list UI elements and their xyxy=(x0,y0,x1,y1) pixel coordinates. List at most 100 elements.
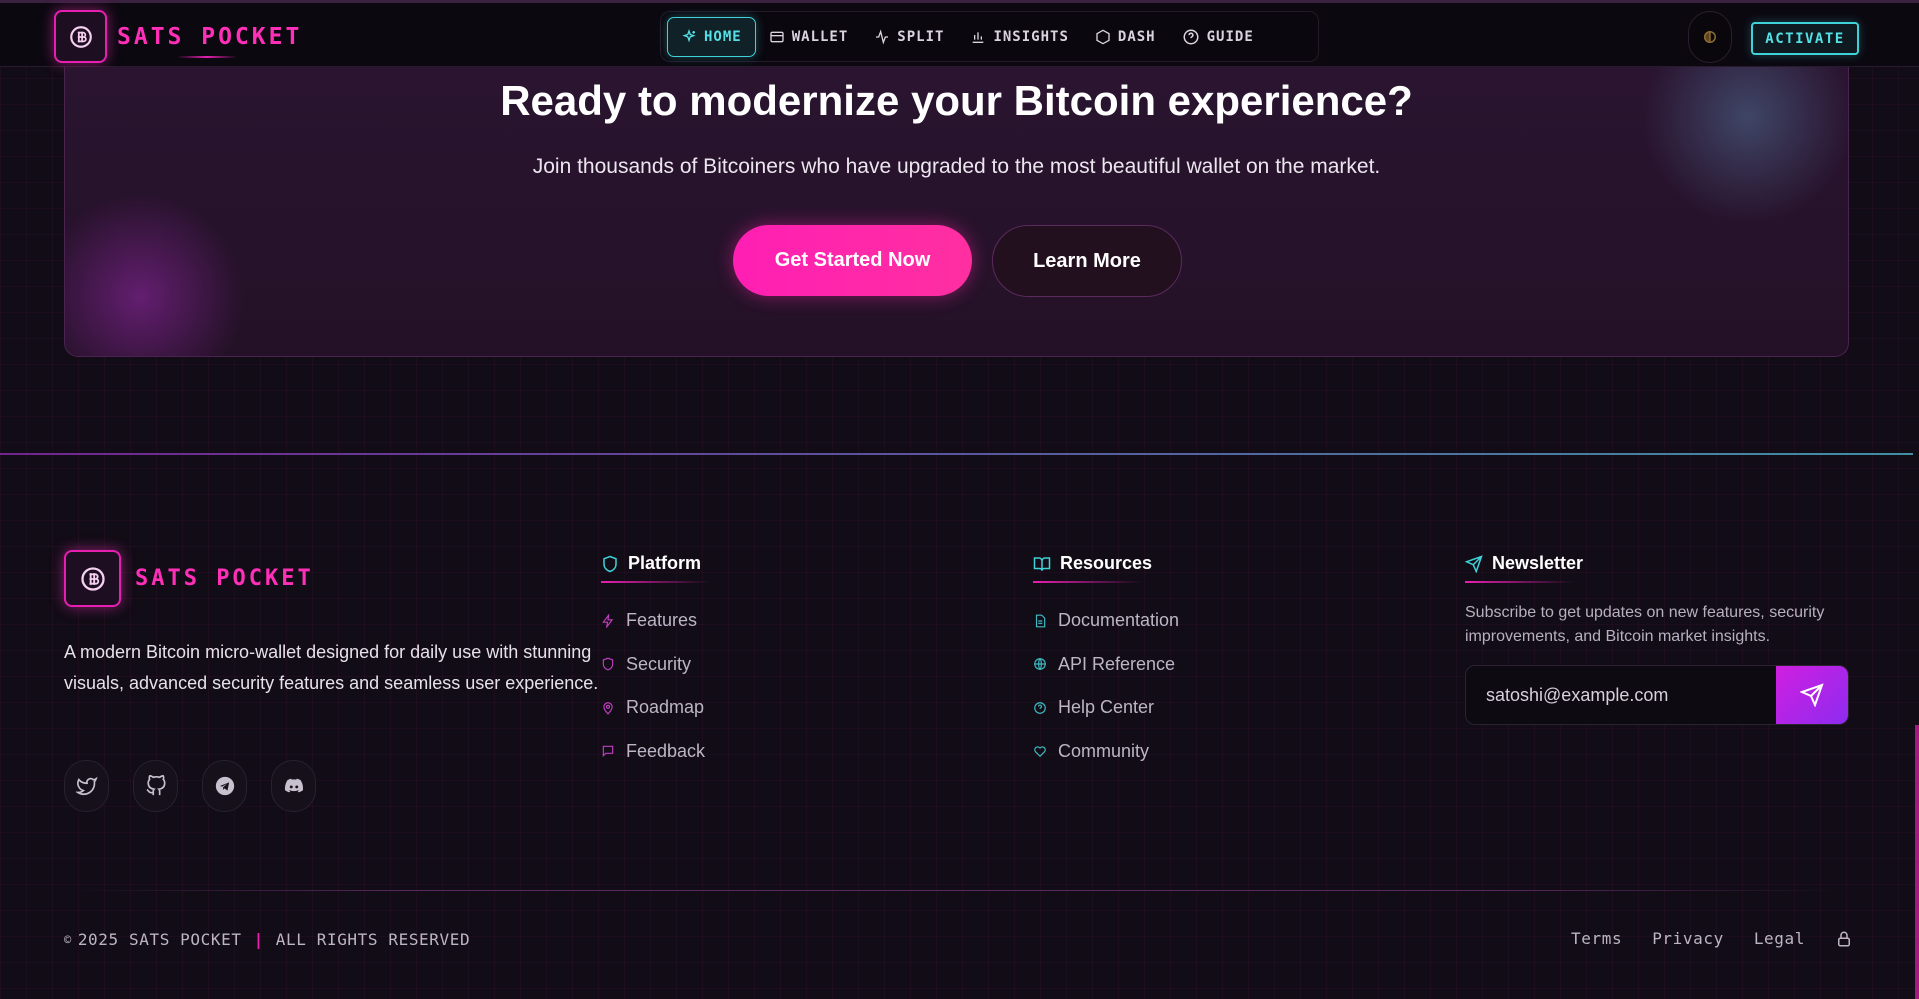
resources-heading-label: Resources xyxy=(1060,553,1153,573)
zap-icon xyxy=(602,613,614,628)
feedback-link[interactable]: Feedback xyxy=(601,730,705,774)
copyright-year-brand: 2025 SATS POCKET xyxy=(77,930,242,949)
section-divider xyxy=(0,453,1913,455)
security-link[interactable]: Security xyxy=(601,643,705,687)
newsletter-email-input[interactable] xyxy=(1466,666,1776,724)
scrollbar-thumb[interactable] xyxy=(1915,725,1919,999)
copyright-rights: ALL RIGHTS RESERVED xyxy=(275,930,471,949)
platform-heading: Platform xyxy=(601,553,712,583)
bitcoin-logo-icon xyxy=(54,10,107,63)
moon-icon xyxy=(1704,30,1716,44)
nav-dash[interactable]: DASH xyxy=(1082,17,1169,57)
feedback-label: Feedback xyxy=(626,740,706,761)
globe-icon xyxy=(1034,658,1046,671)
legal-links: Terms Privacy Legal xyxy=(1541,929,1853,948)
roadmap-link[interactable]: Roadmap xyxy=(601,686,705,730)
community-label: Community xyxy=(1058,740,1150,761)
decorative-glow-left xyxy=(65,187,255,356)
activity-icon xyxy=(876,28,889,45)
shield-icon xyxy=(602,657,614,671)
wallet-icon xyxy=(770,31,784,42)
social-links xyxy=(64,760,340,812)
github-icon xyxy=(145,775,166,796)
shield-icon xyxy=(603,555,617,572)
nav-home[interactable]: HOME xyxy=(667,16,756,57)
roadmap-label: Roadmap xyxy=(626,697,705,718)
sparkle-icon xyxy=(682,28,696,42)
twitter-link[interactable] xyxy=(64,760,109,812)
brand-name: SATS POCKET xyxy=(117,23,303,58)
learn-more-button[interactable]: Learn More xyxy=(992,225,1182,297)
footer-brand[interactable]: SATS POCKET xyxy=(64,550,314,607)
resources-heading: Resources xyxy=(1033,553,1179,583)
api-reference-link[interactable]: API Reference xyxy=(1033,643,1179,687)
help-center-link[interactable]: Help Center xyxy=(1033,686,1179,730)
cta-panel: Ready to modernize your Bitcoin experien… xyxy=(64,67,1849,357)
newsletter-form xyxy=(1465,665,1849,725)
footer-resources-column: Resources Documentation API Reference He… xyxy=(1033,553,1179,773)
file-text-icon xyxy=(1035,614,1046,628)
newsletter-heading-label: Newsletter xyxy=(1492,553,1584,573)
documentation-label: Documentation xyxy=(1058,610,1180,631)
nav-wallet[interactable]: WALLET xyxy=(756,17,862,57)
newsletter-heading: Newsletter xyxy=(1465,553,1865,583)
footer-brand-name: SATS POCKET xyxy=(135,566,314,591)
cta-subtitle: Join thousands of Bitcoiners who have up… xyxy=(532,155,1381,178)
bitcoin-logo-icon xyxy=(64,550,121,607)
twitter-icon xyxy=(75,776,98,796)
platform-links: Features Security Roadmap Feedback xyxy=(601,599,705,773)
nav-split[interactable]: SPLIT xyxy=(861,17,957,57)
cta-title: Ready to modernize your Bitcoin experien… xyxy=(500,77,1413,124)
terms-link[interactable]: Terms xyxy=(1571,929,1622,948)
features-link[interactable]: Features xyxy=(601,599,705,643)
nav-insights[interactable]: INSIGHTS xyxy=(957,17,1081,57)
copyright: © 2025 SATS POCKET | ALL RIGHTS RESERVED xyxy=(64,930,470,949)
discord-link[interactable] xyxy=(271,760,316,812)
get-started-button[interactable]: Get Started Now xyxy=(733,225,972,296)
send-icon xyxy=(1800,683,1824,707)
footer-bottom-divider xyxy=(64,890,1849,891)
nav-dash-label: DASH xyxy=(1117,28,1156,45)
map-pin-icon xyxy=(603,701,613,715)
book-open-icon xyxy=(1033,556,1051,571)
theme-toggle[interactable] xyxy=(1688,11,1732,63)
newsletter-submit-button[interactable] xyxy=(1776,666,1848,724)
nav-insights-label: INSIGHTS xyxy=(993,28,1069,45)
heart-icon xyxy=(1034,746,1046,758)
bar-chart-icon xyxy=(973,31,984,43)
telegram-link[interactable] xyxy=(202,760,247,812)
activate-button[interactable]: ACTIVATE xyxy=(1751,22,1859,55)
legal-link[interactable]: Legal xyxy=(1754,929,1805,948)
nav-split-label: SPLIT xyxy=(897,28,945,45)
copyright-separator: | xyxy=(253,930,264,949)
features-label: Features xyxy=(626,610,698,631)
security-label: Security xyxy=(626,653,692,674)
copyright-symbol: © xyxy=(64,932,72,947)
resources-links: Documentation API Reference Help Center … xyxy=(1033,599,1179,773)
footer-platform-column: Platform Features Security Roadmap Feedb… xyxy=(601,553,712,773)
footer-newsletter-column: Newsletter Subscribe to get updates on n… xyxy=(1465,553,1865,725)
telegram-icon xyxy=(215,776,234,796)
nav-guide[interactable]: GUIDE xyxy=(1169,17,1267,57)
lock-icon[interactable] xyxy=(1835,930,1853,948)
nav-wallet-label: WALLET xyxy=(791,28,849,45)
discord-icon xyxy=(284,778,303,793)
nav-guide-label: GUIDE xyxy=(1206,28,1254,45)
top-navbar: SATS POCKET HOME WALLET SPLIT INSIGHTS D… xyxy=(0,0,1919,67)
platform-heading-label: Platform xyxy=(628,553,702,573)
hexagon-icon xyxy=(1096,29,1110,44)
header-brand[interactable]: SATS POCKET xyxy=(54,10,302,63)
github-link[interactable] xyxy=(133,760,178,812)
api-reference-label: API Reference xyxy=(1058,653,1176,674)
privacy-link[interactable]: Privacy xyxy=(1652,929,1724,948)
nav-home-label: HOME xyxy=(704,28,742,45)
help-circle-icon xyxy=(1034,701,1046,714)
main-nav: HOME WALLET SPLIT INSIGHTS DASH GUIDE xyxy=(660,11,1319,62)
help-circle-icon xyxy=(1183,29,1199,44)
documentation-link[interactable]: Documentation xyxy=(1033,599,1179,643)
footer-description: A modern Bitcoin micro-wallet designed f… xyxy=(64,642,599,693)
message-icon xyxy=(602,746,614,758)
community-link[interactable]: Community xyxy=(1033,730,1179,774)
newsletter-description: Subscribe to get updates on new features… xyxy=(1465,604,1825,645)
help-center-label: Help Center xyxy=(1058,697,1155,718)
